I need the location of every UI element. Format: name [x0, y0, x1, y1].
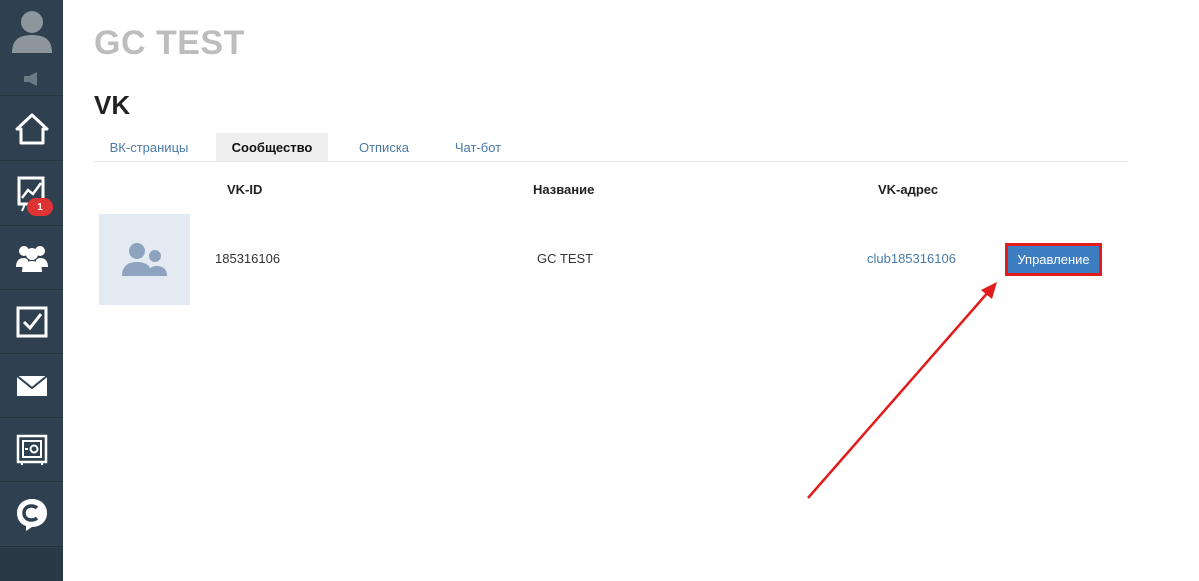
app-title: GC TEST [94, 24, 245, 62]
column-header-vk-address: VK-адрес [878, 182, 939, 197]
tab-bar: ВК-страницы Сообщество Отписка Чат-бот [94, 133, 1128, 162]
cell-vk-id: 185316106 [215, 251, 281, 266]
tab-chat-bot[interactable]: Чат-бот [440, 133, 516, 161]
home-icon[interactable] [0, 97, 63, 161]
chart-badge: 1 [27, 198, 53, 216]
cell-name: GC TEST [537, 251, 594, 266]
section-title: VK [94, 90, 131, 120]
manage-button[interactable]: Управление [1005, 243, 1102, 276]
safe-icon[interactable] [0, 418, 63, 482]
speaker-icon[interactable] [0, 62, 63, 96]
tab-community[interactable]: Сообщество [216, 133, 328, 161]
vk-address-link[interactable]: club185316106 [867, 251, 956, 266]
column-header-name: Название [533, 182, 595, 197]
column-header-vk-id: VK-ID [227, 182, 263, 197]
group-icon [121, 242, 167, 276]
mail-icon[interactable] [0, 354, 63, 418]
tab-vk-pages[interactable]: ВК-страницы [94, 133, 204, 161]
users-icon[interactable] [0, 226, 63, 290]
tab-unsubscribe[interactable]: Отписка [342, 133, 426, 161]
group-avatar [99, 214, 190, 305]
sidebar-footer [0, 548, 63, 581]
user-avatar-icon[interactable] [0, 0, 63, 60]
chat-logo-icon[interactable] [0, 483, 63, 547]
chart-icon[interactable]: 1 [0, 162, 63, 226]
sidebar: 1 [0, 0, 63, 581]
tasks-icon[interactable] [0, 290, 63, 354]
